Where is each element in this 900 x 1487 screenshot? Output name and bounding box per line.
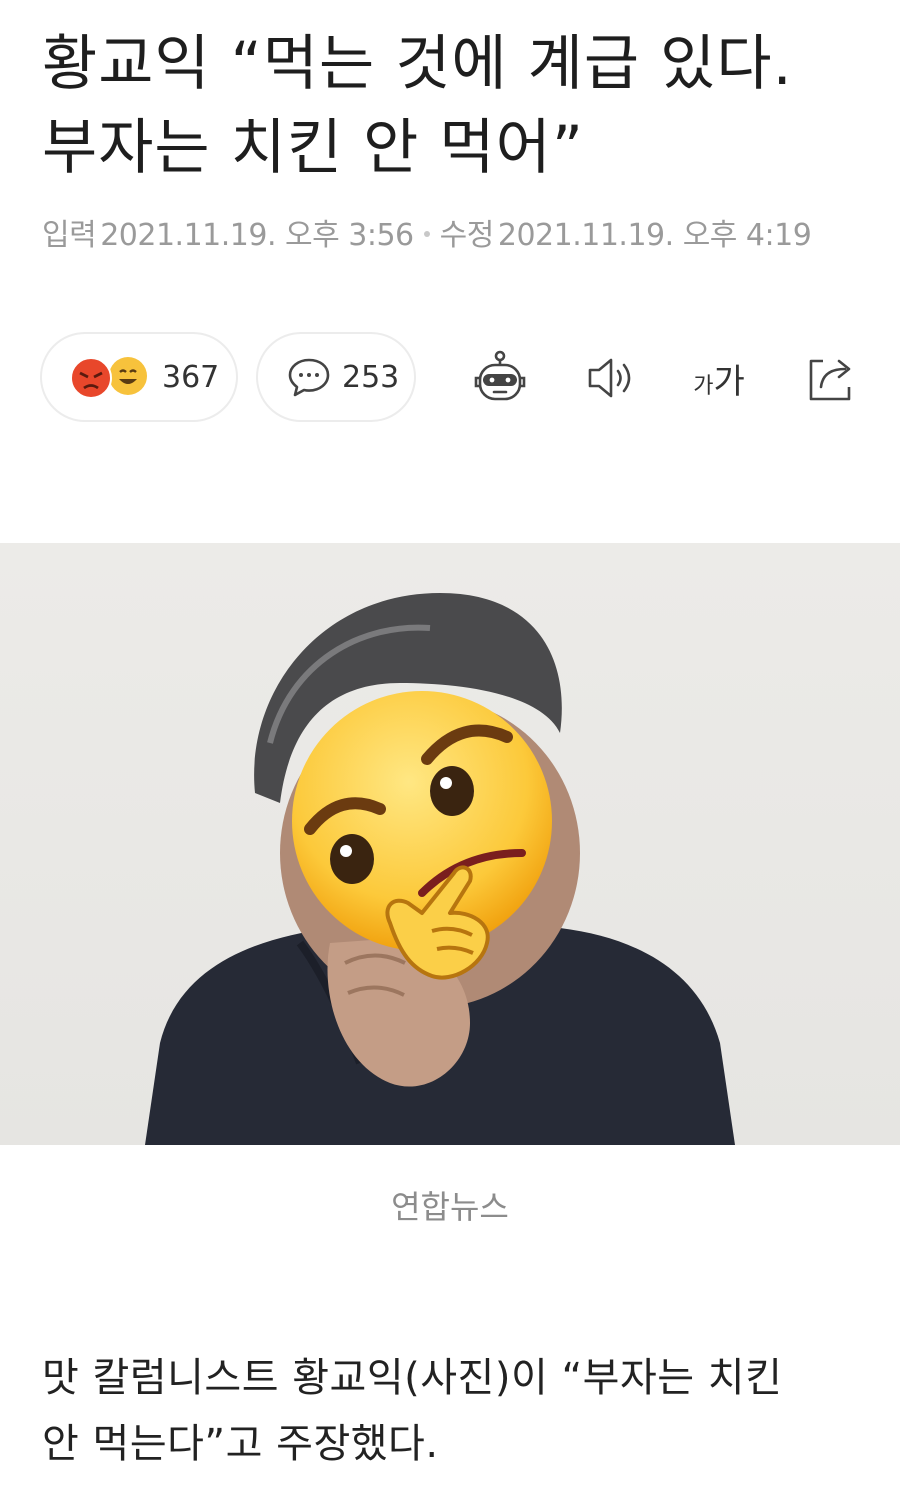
share-icon — [809, 359, 851, 401]
article-photo — [0, 543, 900, 1145]
font-size-button[interactable]: 가가 — [684, 346, 754, 410]
comment-count: 253 — [342, 359, 400, 395]
body-line-1: 맛 칼럼니스트 황교익(사진)이 “부자는 치킨 — [42, 1355, 783, 1401]
laughing-emoji-icon — [109, 357, 147, 395]
article-body: 맛 칼럼니스트 황교익(사진)이 “부자는 치킨 안 먹는다”고 주장했다. — [42, 1345, 862, 1477]
share-button[interactable] — [798, 346, 862, 410]
summary-bot-button[interactable] — [468, 346, 532, 410]
input-label: 입력 — [42, 218, 97, 253]
comment-bubble-icon — [288, 358, 330, 397]
photo-caption: 연합뉴스 — [391, 1188, 509, 1226]
title-line-2: 부자는 치킨 안 먹어” — [42, 113, 584, 183]
reaction-count: 367 — [162, 359, 220, 395]
meta-separator — [423, 230, 430, 237]
reaction-button[interactable]: 367 — [40, 332, 238, 422]
edit-label: 수정 — [439, 218, 495, 253]
input-time: 2021.11.19. 오후 3:56 — [100, 218, 414, 253]
angry-emoji-icon — [70, 357, 112, 399]
article-timestamps: 입력 2021.11.19. 오후 3:56 수정 2021.11.19. 오후 4:… — [42, 210, 812, 254]
article-title: 황교익 “먹는 것에 계급 있다. 부자는 치킨 안 먹어” — [42, 22, 872, 190]
thinking-face-emoji-icon — [292, 691, 552, 980]
font-size-small-glyph: 가 — [693, 373, 714, 399]
reaction-emoji-icons — [70, 357, 147, 399]
listen-button[interactable] — [578, 346, 642, 410]
robot-summary-icon — [474, 350, 526, 401]
font-size-large-glyph: 가 — [713, 361, 745, 402]
body-line-2: 안 먹는다”고 주장했다. — [42, 1421, 439, 1467]
speaker-icon — [588, 358, 631, 398]
edit-time: 2021.11.19. 오후 4:19 — [497, 218, 812, 253]
comment-button[interactable]: 253 — [256, 332, 416, 422]
title-line-1: 황교익 “먹는 것에 계급 있다. — [42, 29, 793, 99]
font-size-icon: 가가 — [693, 354, 745, 403]
